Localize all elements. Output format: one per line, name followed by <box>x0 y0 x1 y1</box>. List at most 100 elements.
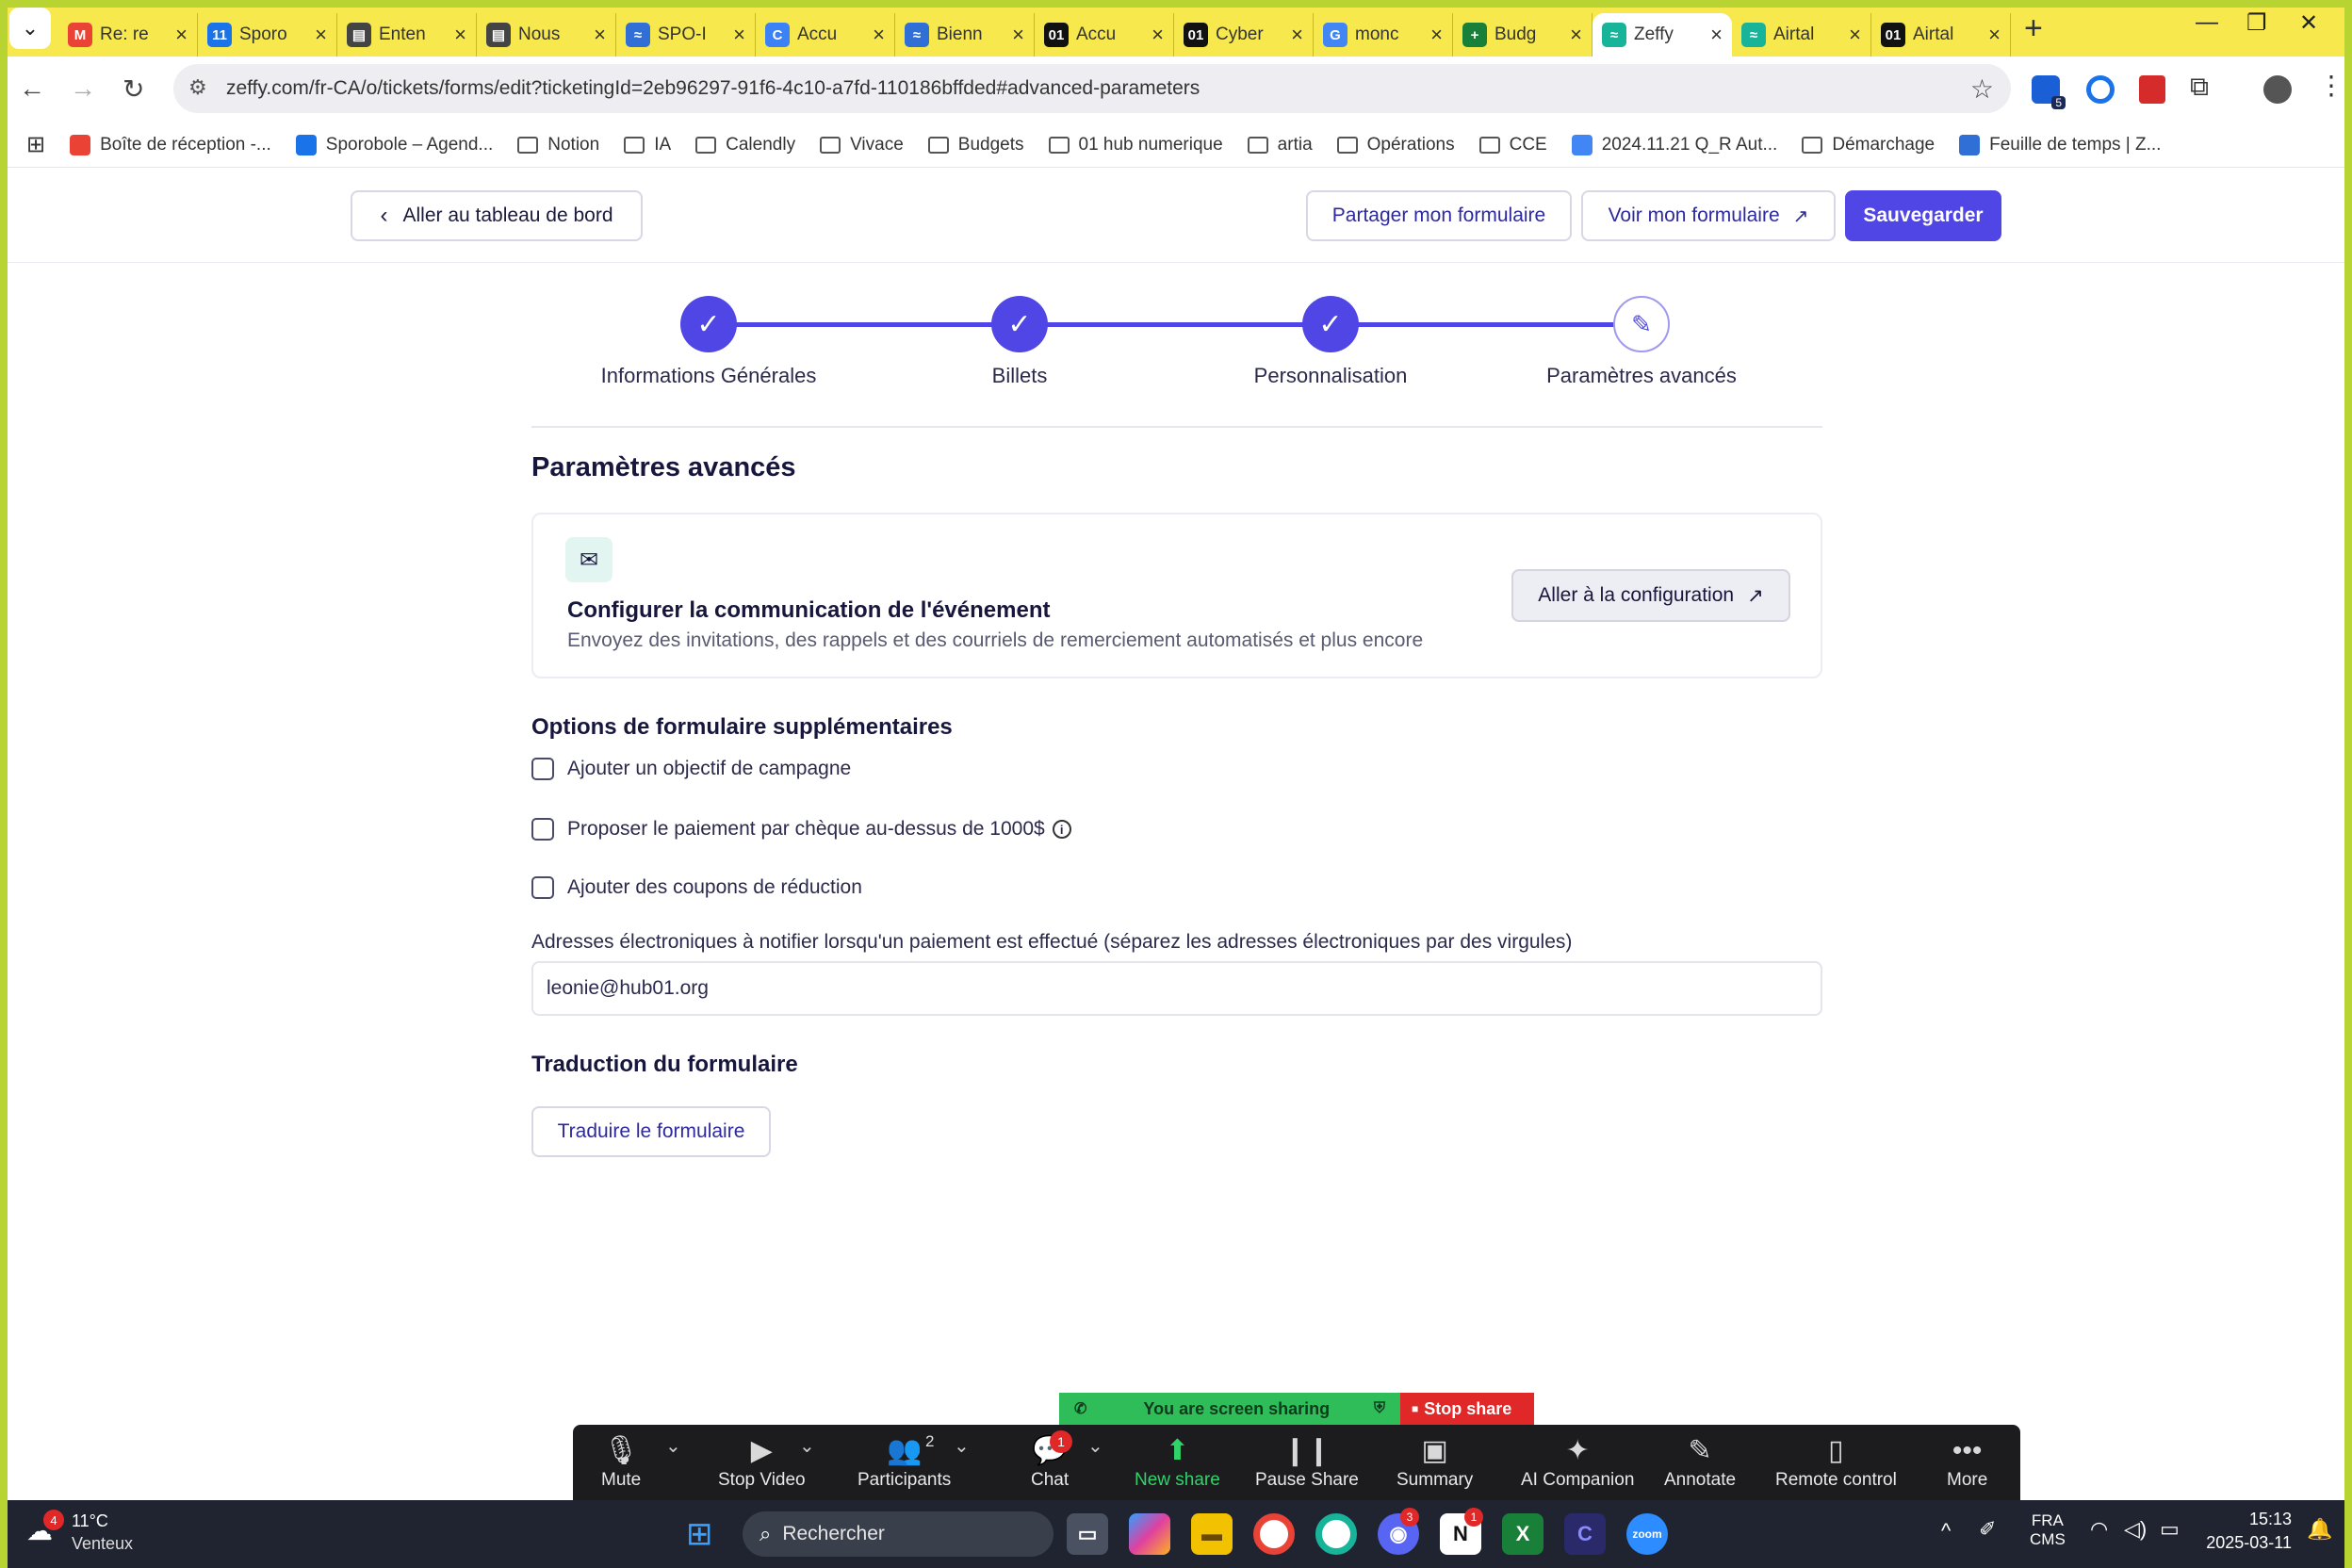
windows-start-icon[interactable]: ⊞ <box>686 1515 713 1553</box>
restore-icon[interactable]: ❐ <box>2246 9 2267 37</box>
back-icon[interactable]: ← <box>19 74 45 104</box>
go-to-configuration-button[interactable]: Aller à la configuration ↗ <box>1511 569 1790 622</box>
bookmark-item[interactable]: Opérations <box>1336 135 1455 155</box>
checkbox-cheque-payment[interactable]: Proposer le paiement par chèque au-dessu… <box>531 818 1071 841</box>
step-done-icon[interactable]: ✓ <box>1302 296 1359 352</box>
close-tab-icon[interactable]: × <box>1988 23 2001 47</box>
share-form-button[interactable]: Partager mon formulaire <box>1306 190 1572 241</box>
bookmark-item[interactable]: Calendly <box>695 135 795 155</box>
minimize-icon[interactable]: — <box>2196 9 2218 36</box>
browser-tab[interactable]: 01 Cyber × <box>1174 13 1314 57</box>
step-label[interactable]: Paramètres avancés <box>1500 364 1783 388</box>
summary-button[interactable]: ▣ Summary <box>1396 1432 1473 1491</box>
info-icon[interactable]: i <box>1052 820 1071 839</box>
task-view-icon[interactable]: ▭ <box>1067 1513 1108 1555</box>
browser-tab[interactable]: 01 Accu × <box>1035 13 1174 57</box>
step-label[interactable]: Billets <box>878 364 1161 388</box>
bookmark-item[interactable]: Sporobole – Agend... <box>295 134 493 155</box>
excel-icon[interactable]: X <box>1502 1513 1544 1555</box>
remote-control-button[interactable]: ▯ Remote control <box>1775 1432 1897 1491</box>
stop-share-button[interactable]: ■ Stop share <box>1400 1393 1534 1425</box>
close-tab-icon[interactable]: × <box>1430 23 1443 47</box>
taskbar-search[interactable]: ⌕ Rechercher <box>743 1511 1054 1557</box>
close-tab-icon[interactable]: × <box>1012 23 1024 47</box>
close-tab-icon[interactable]: × <box>454 23 466 47</box>
bookmark-star-icon[interactable]: ☆ <box>1970 74 1994 105</box>
checkbox[interactable] <box>531 758 554 780</box>
new-tab-button[interactable]: + <box>2024 10 2043 47</box>
reload-icon[interactable]: ↻ <box>122 74 144 105</box>
browser-tab[interactable]: + Budg × <box>1453 13 1592 57</box>
browser-tab[interactable]: ▤ Nous × <box>477 13 616 57</box>
bookmark-item[interactable]: 2024.11.21 Q_R Aut... <box>1571 134 1777 155</box>
extensions-puzzle-icon[interactable]: ⧉ <box>2190 72 2209 103</box>
browser-tab[interactable]: Gmonc × <box>1314 13 1453 57</box>
apps-grid-icon[interactable]: ⊞ <box>26 131 45 158</box>
language-indicator[interactable]: FRA CMS <box>2030 1511 2066 1549</box>
copilot-icon[interactable] <box>1129 1513 1170 1555</box>
participants-button[interactable]: 👥 Participants <box>858 1432 951 1491</box>
close-tab-icon[interactable]: × <box>733 23 745 47</box>
close-window-icon[interactable]: ✕ <box>2299 9 2318 37</box>
step-done-icon[interactable]: ✓ <box>680 296 737 352</box>
bookmark-item[interactable]: Vivace <box>820 135 904 155</box>
pdf-extension-icon[interactable] <box>2139 75 2165 104</box>
annotate-button[interactable]: ✎ Annotate <box>1664 1432 1736 1491</box>
file-explorer-icon[interactable]: ▬ <box>1191 1513 1233 1555</box>
ai-companion-button[interactable]: ✦ AI Companion <box>1521 1432 1634 1491</box>
url-field[interactable]: ⚙ zeffy.com/fr-CA/o/tickets/forms/edit?t… <box>173 64 2011 113</box>
pause-share-button[interactable]: ❙❙ Pause Share <box>1255 1432 1359 1491</box>
close-tab-icon[interactable]: × <box>175 23 188 47</box>
bookmark-item[interactable]: Budgets <box>927 135 1024 155</box>
chevron-down-icon[interactable]: ⌄ <box>1087 1434 1103 1458</box>
notifications-icon[interactable]: 🔔 <box>2307 1517 2332 1542</box>
volume-icon[interactable]: ◁) <box>2124 1517 2147 1542</box>
tab-search-button[interactable]: ⌄ <box>9 8 51 49</box>
mute-button[interactable]: 🎙 Mute <box>601 1432 641 1491</box>
checkbox-discount-coupons[interactable]: Ajouter des coupons de réduction <box>531 876 862 899</box>
chrome-icon[interactable] <box>1253 1513 1295 1555</box>
close-tab-icon[interactable]: × <box>1849 23 1861 47</box>
view-form-button[interactable]: Voir mon formulaire ↗ <box>1581 190 1836 241</box>
step-label[interactable]: Personnalisation <box>1189 364 1472 388</box>
chevron-down-icon[interactable]: ⌄ <box>799 1434 815 1458</box>
step-label[interactable]: Informations Générales <box>567 364 850 388</box>
browser-tab[interactable]: C Accu × <box>756 13 895 57</box>
browser-tab[interactable]: ≈ Bienn × <box>895 13 1035 57</box>
more-button[interactable]: ••• More <box>1947 1432 1987 1491</box>
chevron-up-icon[interactable]: ^ <box>1941 1519 1951 1544</box>
new-share-button[interactable]: ⬆ New share <box>1135 1432 1220 1491</box>
translate-form-button[interactable]: Traduire le formulaire <box>531 1106 771 1157</box>
step-pencil-icon[interactable]: ✎ <box>1613 296 1670 352</box>
site-info-icon[interactable]: ⚙ <box>188 75 207 100</box>
zoom-icon[interactable]: zoom <box>1626 1513 1668 1555</box>
notify-emails-input[interactable]: leonie@hub01.org <box>531 961 1822 1016</box>
extension-icon[interactable]: 5 <box>2032 75 2066 109</box>
bookmark-item[interactable]: Boîte de réception -... <box>70 134 271 155</box>
checkbox-campaign-goal[interactable]: Ajouter un objectif de campagne <box>531 758 851 780</box>
chevron-down-icon[interactable]: ⌄ <box>954 1434 970 1458</box>
browser-menu-icon[interactable]: ⋮ <box>2318 70 2344 101</box>
browser-tab[interactable]: M Re: re × <box>58 13 198 57</box>
close-tab-icon[interactable]: × <box>873 23 885 47</box>
close-tab-icon[interactable]: × <box>1152 23 1164 47</box>
bookmark-item[interactable]: Notion <box>517 135 599 155</box>
close-tab-icon[interactable]: × <box>1291 23 1303 47</box>
back-to-dashboard-button[interactable]: ‹ Aller au tableau de bord <box>351 190 643 241</box>
close-tab-icon[interactable]: × <box>315 23 327 47</box>
bookmark-item[interactable]: CCE <box>1478 135 1547 155</box>
close-tab-icon[interactable]: × <box>1710 23 1723 47</box>
bookmark-item[interactable]: artia <box>1247 135 1313 155</box>
pen-icon[interactable]: ✐ <box>1979 1517 1996 1542</box>
stop-video-button[interactable]: ▶ Stop Video <box>718 1432 806 1491</box>
bookmark-item[interactable]: IA <box>624 135 671 155</box>
save-button[interactable]: Sauvegarder <box>1845 190 2001 241</box>
browser-tab[interactable]: ≈ SPO-I × <box>616 13 756 57</box>
browser-tab[interactable]: ≈ Airtal × <box>1732 13 1871 57</box>
bookmark-item[interactable]: Démarchage <box>1802 135 1935 155</box>
chevron-down-icon[interactable]: ⌄ <box>665 1434 681 1458</box>
checkbox[interactable] <box>531 818 554 841</box>
browser-tab[interactable]: ▤ Enten × <box>337 13 477 57</box>
profile-avatar[interactable] <box>2263 75 2292 104</box>
forward-icon[interactable]: → <box>70 74 96 104</box>
